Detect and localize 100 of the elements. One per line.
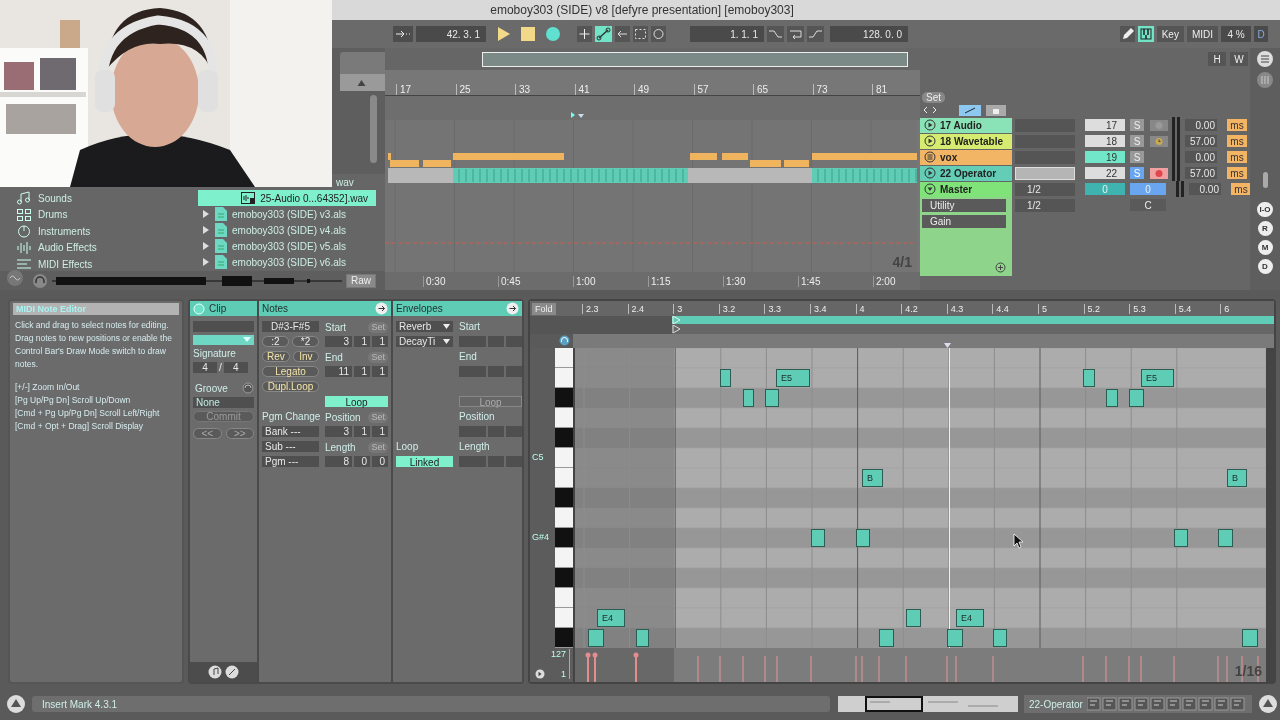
loop-start-field[interactable]: 1. 1. 1	[690, 26, 764, 42]
value-field[interactable]: 8	[325, 456, 352, 467]
value-field[interactable]	[459, 426, 486, 437]
color-dropdown[interactable]	[193, 335, 254, 345]
punch-out-icon[interactable]	[807, 26, 824, 42]
audio-clip[interactable]	[390, 160, 419, 167]
value-field[interactable]: 1	[354, 336, 370, 347]
value-field[interactable]: 1	[354, 426, 370, 437]
pencil-icon[interactable]	[1119, 26, 1135, 42]
side-toggle[interactable]: D	[1257, 259, 1273, 274]
value-field[interactable]	[459, 456, 486, 467]
program-field[interactable]: Bank ---	[262, 426, 319, 437]
wave-circle-icon[interactable]	[6, 269, 24, 287]
value-field[interactable]: 3	[325, 426, 352, 437]
browser-file[interactable]: emoboy303 (SIDE) v5.als	[198, 238, 376, 254]
device-dropdown[interactable]: Gain	[922, 214, 1006, 228]
monitor-button[interactable]	[1150, 135, 1168, 147]
piano-key[interactable]	[555, 387, 573, 408]
piano-keys-icon[interactable]	[1137, 26, 1154, 42]
value-field[interactable]	[488, 456, 504, 467]
track-name[interactable]: 22-Operator	[1029, 698, 1083, 710]
midi-clip[interactable]	[453, 168, 688, 183]
delay-unit[interactable]: ms	[1227, 135, 1247, 147]
side-toggle[interactable]: R	[1257, 221, 1273, 236]
value-field[interactable]	[506, 336, 522, 347]
info-toggle-icon[interactable]	[1258, 694, 1278, 714]
locator-marker-icon[interactable]	[571, 112, 585, 120]
track-number[interactable]: 19	[1085, 151, 1125, 163]
note-edit-button[interactable]: Inv	[292, 351, 319, 362]
audio-clip[interactable]	[423, 160, 451, 167]
arrow-right-icon[interactable]	[506, 302, 519, 315]
audio-clip[interactable]	[750, 160, 781, 167]
note-edit-button[interactable]: *2	[292, 336, 319, 347]
audio-clip[interactable]	[388, 153, 391, 160]
piano-key[interactable]	[555, 427, 573, 448]
value-field[interactable]	[506, 426, 522, 437]
clip-activator-icon[interactable]	[193, 302, 205, 315]
midi-note[interactable]	[720, 368, 731, 387]
browser-file[interactable]: emoboy303 (SIDE) v4.als	[198, 222, 376, 238]
value-field[interactable]: 1	[354, 366, 370, 377]
routing-dropdown[interactable]: 1/2	[1015, 198, 1075, 212]
groove-dropdown[interactable]: None	[193, 397, 254, 408]
capture-icon[interactable]	[633, 26, 648, 42]
delay-field[interactable]: 57.00	[1185, 135, 1217, 147]
value-field[interactable]	[488, 366, 504, 377]
track-name[interactable]: 22 Operator	[920, 165, 1012, 181]
overview-button[interactable]: W	[1230, 52, 1248, 66]
play-small-icon[interactable]	[535, 669, 545, 679]
value-field[interactable]	[506, 366, 522, 377]
side-toggle[interactable]: M	[1257, 240, 1273, 255]
delay-unit[interactable]: ms	[1227, 167, 1247, 179]
pan-field[interactable]: C	[1130, 199, 1166, 211]
loop-toggle[interactable]: Loop	[325, 396, 388, 407]
track-number[interactable]: 17	[1085, 119, 1125, 131]
value-field[interactable]	[459, 336, 486, 347]
midi-note[interactable]	[743, 388, 754, 407]
envelope-icon[interactable]	[225, 665, 239, 679]
audio-clip[interactable]	[453, 153, 564, 160]
note-range-field[interactable]: D#3-F#5	[262, 321, 319, 332]
value-field[interactable]: 0	[372, 456, 388, 467]
numerator-field[interactable]: 4	[193, 362, 217, 373]
loop-icon[interactable]	[787, 26, 804, 42]
program-field[interactable]: Sub ---	[262, 441, 319, 452]
track-name[interactable]: Master	[920, 181, 1012, 197]
device-dropdown[interactable]: Reverb	[396, 321, 453, 332]
arm-button[interactable]	[1150, 167, 1168, 179]
delay-unit[interactable]: ms	[1227, 151, 1247, 163]
record-icon[interactable]	[545, 26, 561, 42]
value-field[interactable]	[488, 336, 504, 347]
play-icon[interactable]	[495, 26, 511, 42]
value-field[interactable]: 1	[372, 336, 388, 347]
program-field[interactable]: Pgm ---	[262, 456, 319, 467]
browser-category[interactable]: Sounds	[8, 190, 198, 207]
punch-in-icon[interactable]	[767, 26, 784, 42]
piano-key[interactable]	[555, 527, 573, 548]
nav-arrows-icon[interactable]	[922, 105, 938, 115]
delay-field[interactable]: 0.00	[1185, 119, 1217, 131]
browser-category[interactable]: Instruments	[8, 223, 198, 240]
start-marker-icon[interactable]	[672, 325, 681, 334]
delay-unit[interactable]: ms	[1231, 183, 1251, 195]
collapse-icon[interactable]	[924, 183, 936, 195]
note-edit-button[interactable]: Legato	[262, 366, 319, 377]
browser-file[interactable]: emoboy303 (SIDE) v3.als	[198, 206, 376, 222]
value-field[interactable]: 1	[372, 426, 388, 437]
piano-key[interactable]	[555, 627, 573, 648]
stop-icon[interactable]	[520, 26, 536, 42]
automation-arm-icon[interactable]	[595, 26, 612, 42]
piano-key[interactable]	[555, 487, 573, 508]
overview-button[interactable]: H	[1208, 52, 1226, 66]
track-number[interactable]: 22	[1085, 167, 1125, 179]
note-edit-button[interactable]: Dupl.Loop	[262, 381, 319, 392]
value-field[interactable]: 3	[325, 336, 352, 347]
browser-category[interactable]: Audio Effects	[8, 239, 198, 256]
browser-file[interactable]: wav	[334, 174, 376, 190]
track-name[interactable]: vox	[920, 149, 1012, 165]
routing-field[interactable]	[1015, 166, 1075, 180]
track-number[interactable]: 18	[1085, 135, 1125, 147]
arrow-right-icon[interactable]	[375, 302, 388, 315]
position-field[interactable]: 42. 3. 1	[416, 26, 486, 42]
add-icon[interactable]	[995, 262, 1006, 273]
